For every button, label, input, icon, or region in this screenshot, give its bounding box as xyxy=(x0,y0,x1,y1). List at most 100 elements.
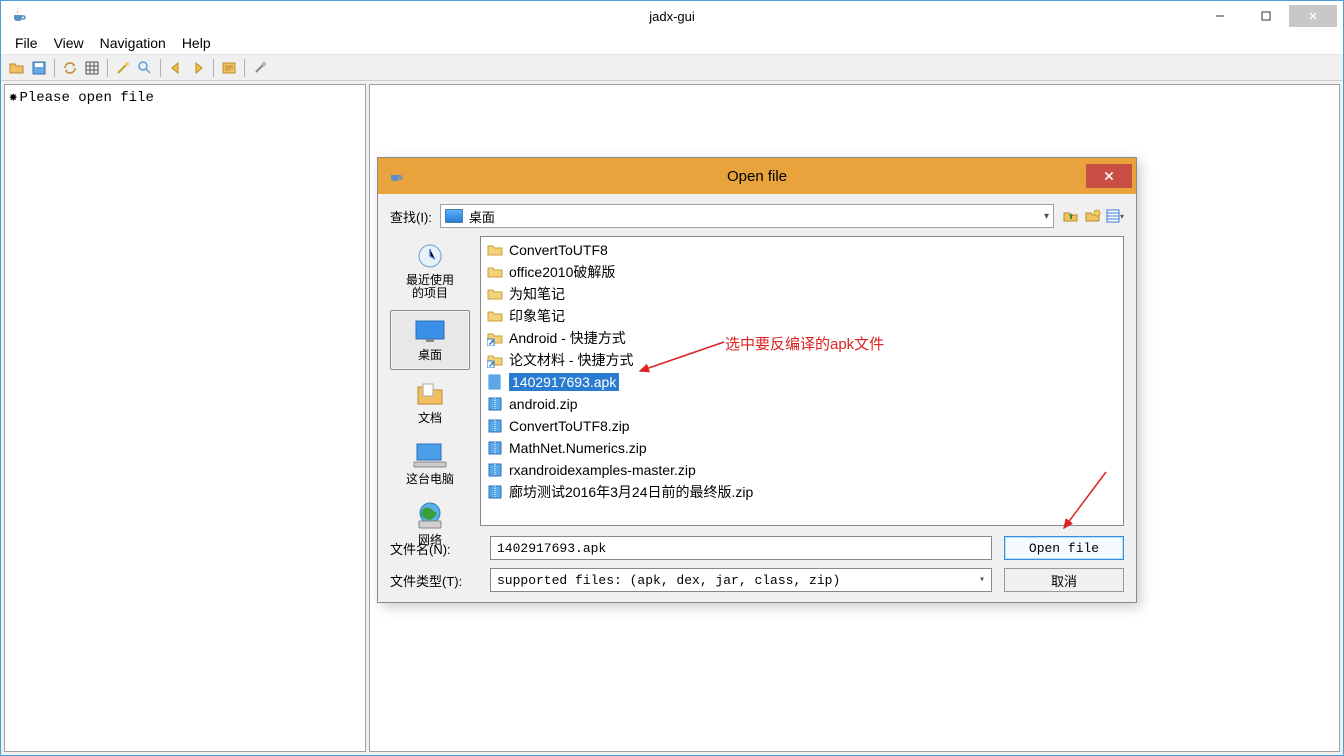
open-icon[interactable] xyxy=(7,58,27,78)
grid-icon[interactable] xyxy=(82,58,102,78)
open-button[interactable]: Open file xyxy=(1004,536,1124,560)
close-button[interactable] xyxy=(1289,5,1337,27)
file-name: ConvertToUTF8.zip xyxy=(509,418,630,434)
recent-icon xyxy=(411,240,449,272)
place-label: 文档 xyxy=(418,412,442,425)
java-icon xyxy=(11,7,29,25)
separator xyxy=(244,59,245,77)
lookup-value: 桌面 xyxy=(469,207,495,226)
file-type-icon xyxy=(487,352,503,368)
place-documents[interactable]: 文档 xyxy=(390,374,470,431)
place-desktop[interactable]: 桌面 xyxy=(390,310,470,369)
file-type-icon xyxy=(487,462,503,478)
filename-input[interactable]: 1402917693.apk xyxy=(490,536,992,560)
project-tree-panel: ✸ Please open file xyxy=(4,84,366,752)
menu-view[interactable]: View xyxy=(48,33,90,53)
sync-icon[interactable] xyxy=(60,58,80,78)
file-item[interactable]: 廊坊测试2016年3月24日前的最终版.zip xyxy=(481,481,1123,503)
file-item[interactable]: 1402917693.apk xyxy=(481,371,1123,393)
separator xyxy=(213,59,214,77)
forward-icon[interactable] xyxy=(188,58,208,78)
filename-label: 文件名(N): xyxy=(390,539,480,558)
file-item[interactable]: android.zip xyxy=(481,393,1123,415)
file-name: office2010破解版 xyxy=(509,262,615,282)
cancel-button[interactable]: 取消 xyxy=(1004,568,1124,592)
file-type-icon xyxy=(487,374,503,390)
separator xyxy=(54,59,55,77)
file-item[interactable]: 论文材料 - 快捷方式 xyxy=(481,349,1123,371)
file-item[interactable]: Android - 快捷方式 xyxy=(481,327,1123,349)
dialog-titlebar: Open file xyxy=(378,158,1136,194)
file-type-icon xyxy=(487,330,503,346)
place-label: 这台电脑 xyxy=(406,473,454,486)
open-file-dialog: Open file 查找(I): 桌面 ▾ ▾ 最近使用 的项目 xyxy=(377,157,1137,603)
file-name: android.zip xyxy=(509,396,578,412)
file-type-icon xyxy=(487,484,503,500)
window-title: jadx-gui xyxy=(649,9,695,24)
place-label: 最近使用 的项目 xyxy=(406,274,454,300)
file-name: 为知笔记 xyxy=(509,284,565,304)
place-computer[interactable]: 这台电脑 xyxy=(390,435,470,492)
save-icon[interactable] xyxy=(29,58,49,78)
titlebar: jadx-gui xyxy=(1,1,1343,31)
file-item[interactable]: ConvertToUTF8.zip xyxy=(481,415,1123,437)
file-name: 论文材料 - 快捷方式 xyxy=(509,350,633,370)
tree-bullet-icon: ✸ xyxy=(9,89,17,106)
back-icon[interactable] xyxy=(166,58,186,78)
menu-file[interactable]: File xyxy=(9,33,44,53)
file-name: Android - 快捷方式 xyxy=(509,328,626,348)
separator xyxy=(160,59,161,77)
new-folder-icon[interactable] xyxy=(1084,207,1102,225)
dialog-body: 查找(I): 桌面 ▾ ▾ 最近使用 的项目 桌面 xyxy=(378,194,1136,602)
file-type-icon xyxy=(487,396,503,412)
file-name: 印象笔记 xyxy=(509,306,565,326)
file-name: ConvertToUTF8 xyxy=(509,242,608,258)
menu-navigation[interactable]: Navigation xyxy=(94,33,172,53)
file-list[interactable]: ConvertToUTF8 office2010破解版为知笔记印象笔记Androi… xyxy=(480,236,1124,526)
desktop-icon xyxy=(411,315,449,347)
lookup-label: 查找(I): xyxy=(390,207,432,226)
minimize-button[interactable] xyxy=(1197,5,1243,27)
up-folder-icon[interactable] xyxy=(1062,207,1080,225)
lookup-select[interactable]: 桌面 ▾ xyxy=(440,204,1054,228)
java-icon xyxy=(388,167,406,185)
separator xyxy=(107,59,108,77)
filetype-select[interactable]: supported files: (apk, dex, jar, class, … xyxy=(490,568,992,592)
places-bar: 最近使用 的项目 桌面 文档 这台电脑 网络 xyxy=(390,236,470,526)
file-item[interactable]: rxandroidexamples-master.zip xyxy=(481,459,1123,481)
lookup-row: 查找(I): 桌面 ▾ ▾ xyxy=(390,204,1124,228)
search-icon[interactable] xyxy=(135,58,155,78)
filetype-label: 文件类型(T): xyxy=(390,571,480,590)
documents-icon xyxy=(411,378,449,410)
file-item[interactable]: ConvertToUTF8 xyxy=(481,239,1123,261)
file-item[interactable]: MathNet.Numerics.zip xyxy=(481,437,1123,459)
place-recent[interactable]: 最近使用 的项目 xyxy=(390,236,470,306)
toolbar xyxy=(1,55,1343,81)
filename-row: 文件名(N): 1402917693.apk xyxy=(390,536,992,560)
file-name: MathNet.Numerics.zip xyxy=(509,440,647,456)
dialog-title: Open file xyxy=(727,168,787,185)
file-type-icon xyxy=(487,308,503,324)
view-mode-icon[interactable]: ▾ xyxy=(1106,207,1124,225)
menu-help[interactable]: Help xyxy=(176,33,217,53)
desktop-icon xyxy=(445,209,463,223)
file-item[interactable]: office2010破解版 xyxy=(481,261,1123,283)
file-item[interactable]: 印象笔记 xyxy=(481,305,1123,327)
wand-icon[interactable] xyxy=(113,58,133,78)
computer-icon xyxy=(411,439,449,471)
please-open-message: Please open file xyxy=(19,90,153,106)
browser-row: 最近使用 的项目 桌面 文档 这台电脑 网络 xyxy=(390,236,1124,526)
file-name: 廊坊测试2016年3月24日前的最终版.zip xyxy=(509,482,753,502)
file-name: rxandroidexamples-master.zip xyxy=(509,462,696,478)
file-name: 1402917693.apk xyxy=(509,373,619,391)
window-controls xyxy=(1197,5,1337,27)
settings-icon[interactable] xyxy=(250,58,270,78)
network-icon xyxy=(411,500,449,532)
file-item[interactable]: 为知笔记 xyxy=(481,283,1123,305)
place-label: 桌面 xyxy=(418,349,442,362)
log-icon[interactable] xyxy=(219,58,239,78)
filetype-row: 文件类型(T): supported files: (apk, dex, jar… xyxy=(390,568,992,592)
maximize-button[interactable] xyxy=(1243,5,1289,27)
lookup-toolbar: ▾ xyxy=(1062,207,1124,225)
dialog-close-button[interactable] xyxy=(1086,164,1132,188)
